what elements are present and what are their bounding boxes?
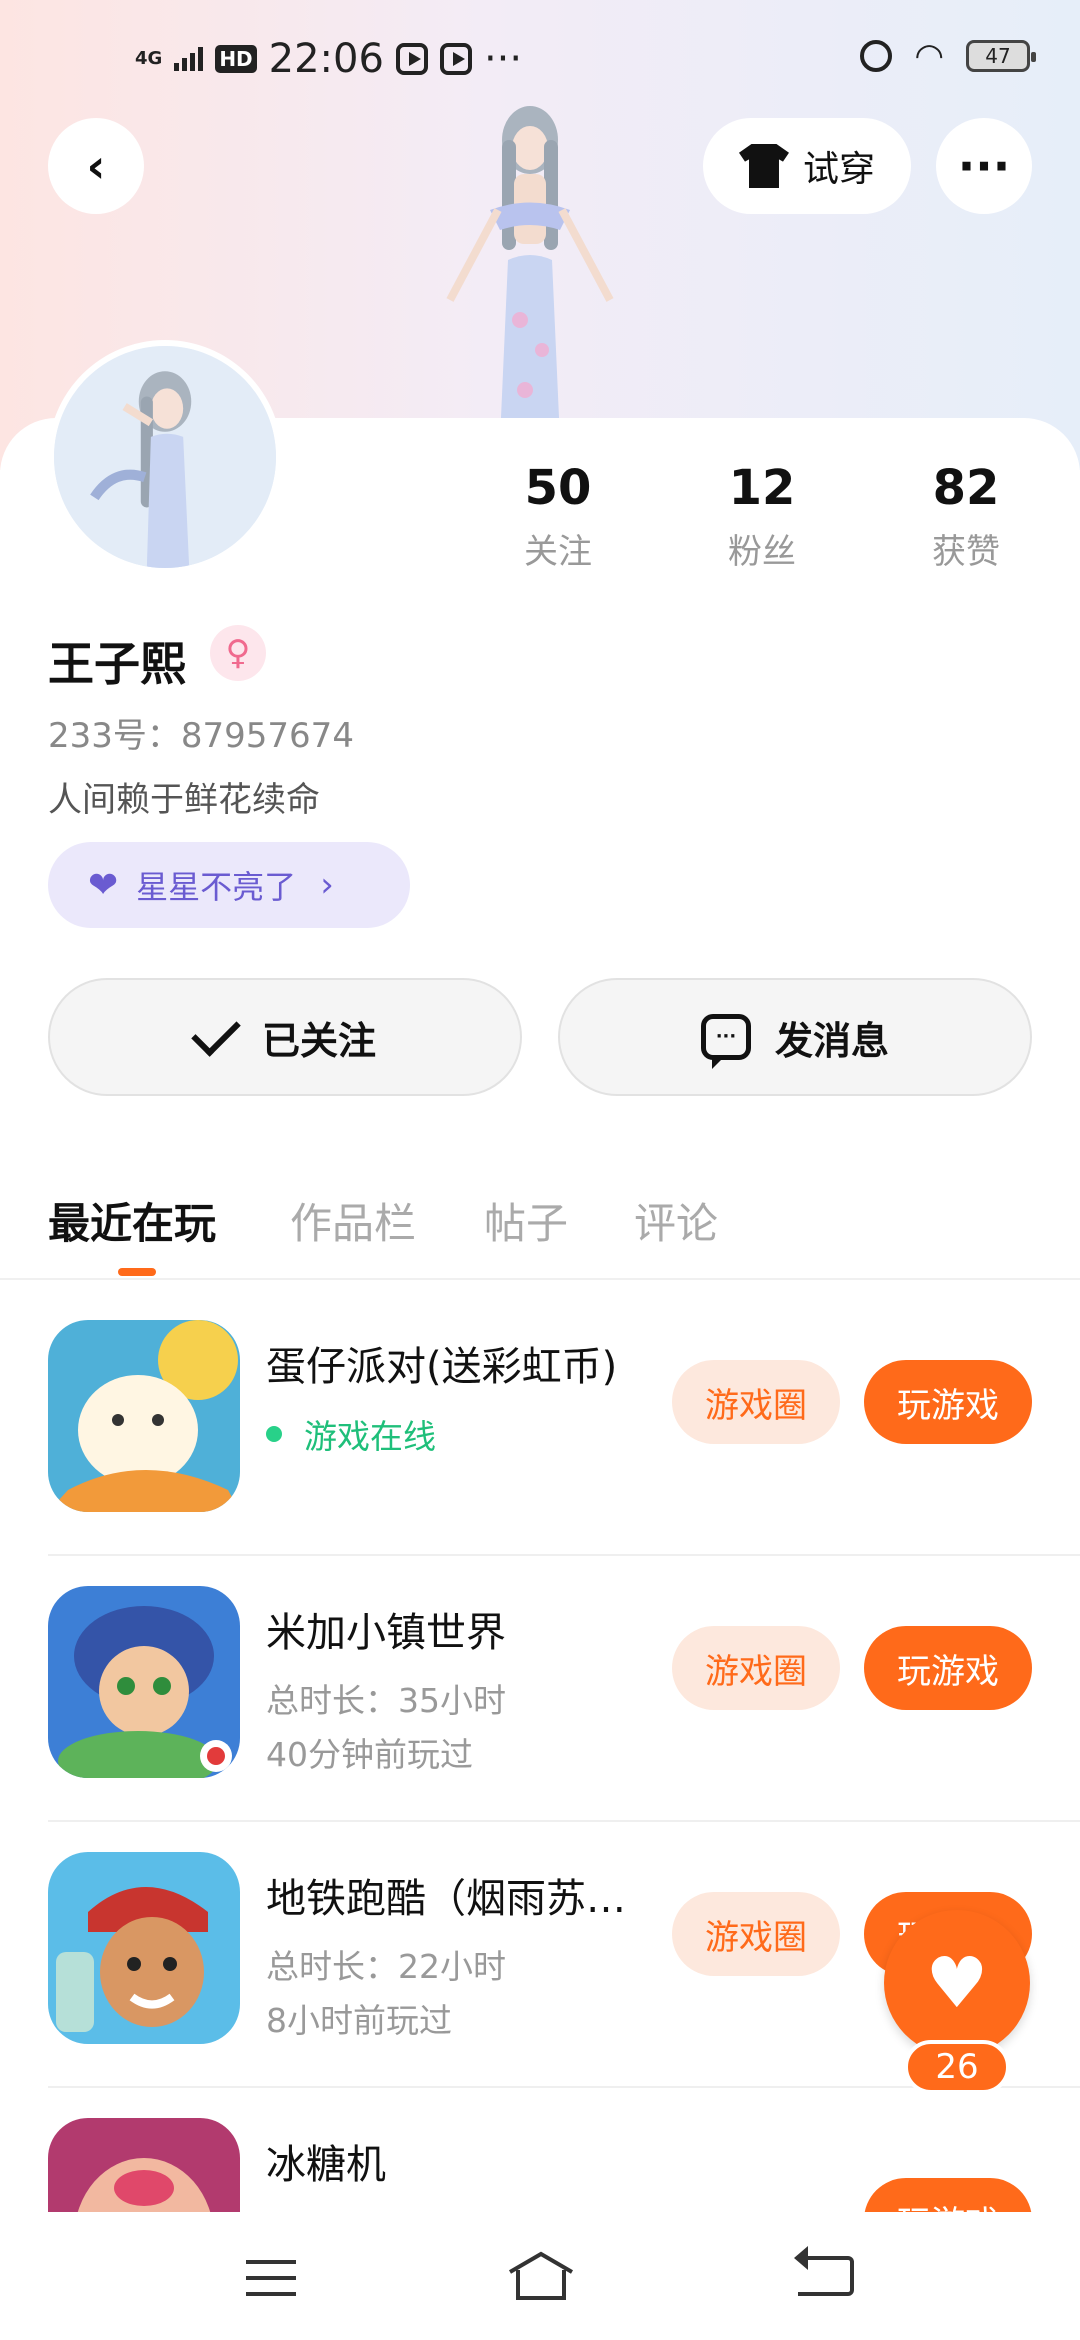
game-circle-button[interactable]: 游戏圈 xyxy=(672,1626,840,1710)
stat-value: 82 xyxy=(932,460,1000,516)
list-item[interactable]: 米加小镇世界 总时长：35小时 40分钟前玩过 游戏圈 玩游戏 xyxy=(0,1556,1080,1822)
system-nav-bar xyxy=(0,2212,1080,2340)
chevron-left-icon: ‹ xyxy=(86,139,106,193)
game-icon-subway-surfers xyxy=(48,1852,240,2044)
user-bio: 人间赖于鲜花续命 xyxy=(48,780,320,820)
hd-icon: HD xyxy=(215,45,257,73)
alarm-icon xyxy=(860,40,893,72)
game-circle-button[interactable]: 游戏圈 xyxy=(672,1892,840,1976)
status-bar: 4G HD 22:06 ··· ◠ 47 xyxy=(0,0,1080,110)
send-message-label: 发消息 xyxy=(774,1018,889,1063)
last-played: 40分钟前玩过 xyxy=(266,1735,473,1774)
online-status-label: 游戏在线 xyxy=(304,1417,436,1456)
stat-label: 关注 xyxy=(524,532,592,572)
more-dots-icon: ··· xyxy=(957,139,1011,193)
list-item[interactable]: 冰糖机 玩游戏 xyxy=(0,2088,1080,2212)
star-chip-label: 星星不亮了 xyxy=(136,868,297,906)
game-title: 蛋仔派对(送彩虹币) xyxy=(266,1344,618,1390)
heart-icon: ♥ xyxy=(925,1942,989,2024)
more-options-button[interactable]: ··· xyxy=(936,118,1032,214)
back-nav-icon[interactable] xyxy=(794,2246,854,2296)
game-title: 冰糖机 xyxy=(266,2142,386,2188)
game-circle-button[interactable]: 游戏圈 xyxy=(672,1360,840,1444)
stat-label: 粉丝 xyxy=(728,532,796,572)
game-icon-eggy-party xyxy=(48,1320,240,1512)
back-button[interactable]: ‹ xyxy=(48,118,144,214)
profile-tabs: 最近在玩 作品栏 帖子 评论 xyxy=(0,1180,1080,1280)
video-play-icon xyxy=(439,43,472,75)
tab-posts[interactable]: 帖子 xyxy=(484,1190,568,1251)
heart-icon: ❤ xyxy=(88,864,119,906)
battery-icon: 47 xyxy=(966,40,1036,72)
try-on-label: 试穿 xyxy=(802,149,875,190)
stat-followers[interactable]: 12 粉丝 xyxy=(682,460,842,573)
game-title: 米加小镇世界 xyxy=(266,1610,506,1656)
play-game-button[interactable]: 玩游戏 xyxy=(864,1360,1032,1444)
chevron-right-icon: › xyxy=(320,865,334,905)
play-game-button[interactable]: 玩游戏 xyxy=(864,1626,1032,1710)
tab-recently-played[interactable]: 最近在玩 xyxy=(48,1190,216,1251)
stat-likes[interactable]: 82 获赞 xyxy=(886,460,1046,573)
media-play-icon xyxy=(395,43,428,75)
stat-value: 12 xyxy=(728,460,796,516)
avatar-3d-figure xyxy=(446,106,614,440)
stat-label: 获赞 xyxy=(932,532,1000,572)
online-status: 游戏在线 xyxy=(266,1410,436,1458)
recent-apps-icon[interactable] xyxy=(246,2260,296,2296)
play-duration: 总时长：35小时 xyxy=(266,1681,506,1720)
stat-following[interactable]: 50 关注 xyxy=(478,460,638,573)
list-item[interactable]: 蛋仔派对(送彩虹币) 游戏在线 游戏圈 玩游戏 xyxy=(0,1290,1080,1556)
more-notifications-icon: ··· xyxy=(483,36,523,82)
active-tab-indicator xyxy=(118,1268,156,1276)
avatar-image xyxy=(54,346,276,568)
stat-value: 50 xyxy=(524,460,592,516)
game-icon-ice-candy xyxy=(48,2118,240,2212)
female-gender-icon: ♀ xyxy=(210,625,266,681)
like-count-badge: 26 xyxy=(904,2040,1010,2094)
battery-level: 47 xyxy=(985,44,1011,68)
game-icon-toca-world xyxy=(48,1586,240,1778)
online-dot-icon xyxy=(266,1426,282,1442)
tab-comments[interactable]: 评论 xyxy=(634,1190,718,1251)
home-icon[interactable] xyxy=(506,2250,576,2302)
try-on-button[interactable]: 试穿 xyxy=(703,118,911,214)
play-game-button[interactable]: 玩游戏 xyxy=(864,2178,1032,2212)
send-message-button[interactable]: ··· 发消息 xyxy=(558,978,1032,1096)
tabs-divider xyxy=(0,1278,1080,1280)
star-chip-button[interactable]: ❤ 星星不亮了 › xyxy=(48,842,410,928)
clock-time: 22:06 xyxy=(268,36,384,82)
check-icon xyxy=(191,1007,241,1057)
shirt-icon xyxy=(738,144,789,188)
last-played: 8小时前玩过 xyxy=(266,2001,452,2040)
game-title: 地铁跑酷（烟雨苏… xyxy=(266,1876,626,1922)
play-duration: 总时长：22小时 xyxy=(266,1947,506,1986)
tab-works[interactable]: 作品栏 xyxy=(290,1190,416,1251)
avatar[interactable] xyxy=(48,340,282,574)
followed-label: 已关注 xyxy=(261,1018,376,1063)
like-fab-button[interactable]: ♥ xyxy=(884,1910,1030,2056)
signal-icon xyxy=(174,47,204,71)
network-indicator: 4G xyxy=(135,48,163,69)
chat-bubble-icon: ··· xyxy=(700,1014,751,1069)
user-id: 233号：87957674 xyxy=(48,716,354,756)
user-name: 王子熙 xyxy=(48,637,186,691)
wifi-icon: ◠ xyxy=(914,36,944,76)
followed-button[interactable]: 已关注 xyxy=(48,978,522,1096)
